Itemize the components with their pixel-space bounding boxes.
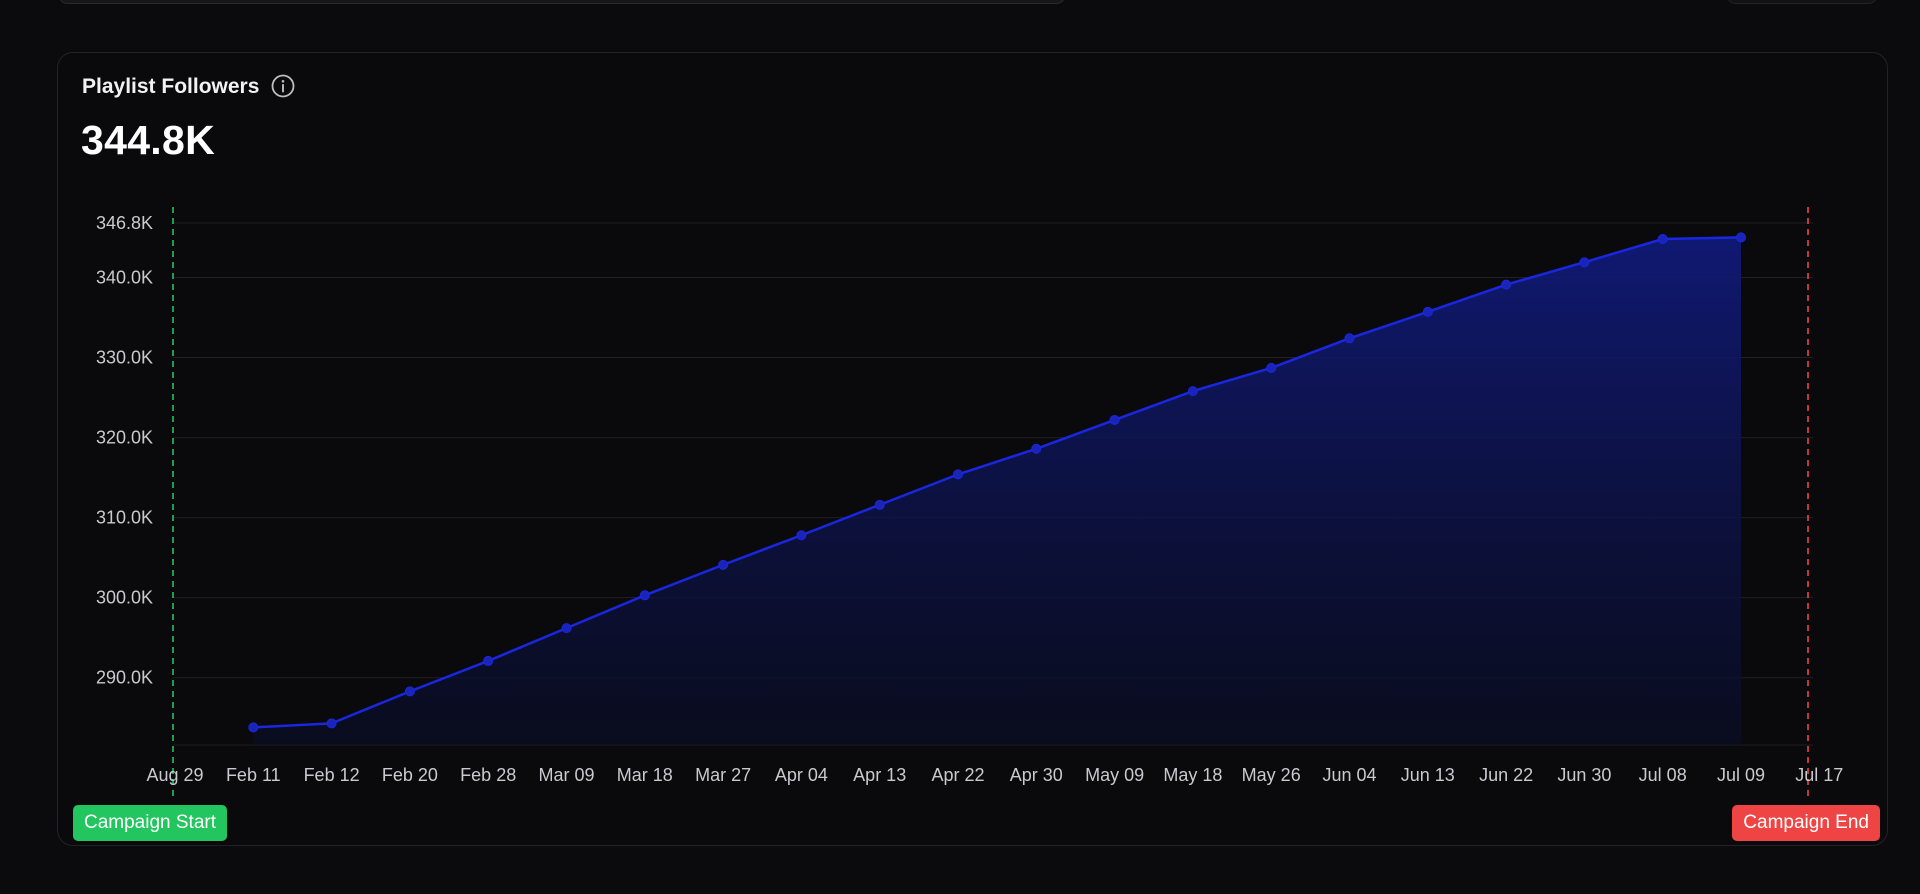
x-tick-label: Apr 22: [931, 765, 984, 785]
y-tick-label: 330.0K: [96, 348, 153, 368]
y-tick-label: 346.8K: [96, 213, 153, 233]
x-tick-label: Jul 17: [1795, 765, 1843, 785]
data-point[interactable]: [1266, 362, 1277, 373]
x-tick-label: May 09: [1085, 765, 1144, 785]
x-tick-label: Apr 13: [853, 765, 906, 785]
top-control-strip: [1726, 0, 1878, 4]
data-point[interactable]: [1579, 257, 1590, 268]
y-tick-label: 290.0K: [96, 668, 153, 688]
campaign-start-button[interactable]: Campaign Start: [73, 805, 228, 841]
data-point[interactable]: [1422, 306, 1433, 317]
x-tick-label: Feb 28: [460, 765, 516, 785]
x-tick-label: Apr 04: [775, 765, 828, 785]
playlist-followers-card: Playlist Followers 344.8K 346.8K 340.0K 33…: [57, 52, 1888, 846]
data-point[interactable]: [561, 623, 572, 634]
y-tick-label: 300.0K: [96, 588, 153, 608]
x-tick-label: May 18: [1163, 765, 1222, 785]
data-point[interactable]: [1187, 386, 1198, 397]
x-tick-label: Aug 29: [146, 765, 203, 785]
x-tick-label: Apr 30: [1010, 765, 1063, 785]
data-point[interactable]: [326, 718, 337, 729]
x-tick-label: Feb 20: [382, 765, 438, 785]
data-point[interactable]: [1736, 232, 1746, 243]
x-tick-label: Jul 09: [1717, 765, 1765, 785]
y-axis-ticks: 346.8K 340.0K 330.0K 320.0K 310.0K 300.0K 290.…: [96, 213, 153, 688]
data-point[interactable]: [1344, 333, 1355, 344]
data-point[interactable]: [953, 469, 963, 480]
data-point[interactable]: [404, 686, 415, 697]
x-tick-label: Jun 04: [1322, 765, 1376, 785]
data-point[interactable]: [1501, 279, 1512, 290]
campaign-end-button[interactable]: Campaign End: [1732, 805, 1880, 841]
series-area: [253, 237, 1741, 745]
data-point[interactable]: [1109, 414, 1120, 425]
area-fill: [253, 237, 1741, 745]
x-tick-label: Jun 13: [1401, 765, 1455, 785]
data-point[interactable]: [1657, 234, 1668, 245]
followers-area-chart: 346.8K 340.0K 330.0K 320.0K 310.0K 300.0K 290.…: [96, 207, 1843, 799]
x-tick-label: Mar 09: [538, 765, 594, 785]
x-tick-label: May 26: [1242, 765, 1301, 785]
y-tick-label: 310.0K: [96, 508, 153, 528]
x-tick-label: Jun 30: [1557, 765, 1611, 785]
y-tick-label: 340.0K: [96, 267, 153, 287]
x-axis-ticks: Aug 29 Feb 11 Feb 12 Feb 20 Feb 28 Mar 09 Mar …: [146, 765, 1843, 785]
x-tick-label: Mar 18: [617, 765, 673, 785]
data-point[interactable]: [1031, 443, 1042, 454]
y-tick-label: 320.0K: [96, 428, 153, 448]
data-point[interactable]: [639, 590, 650, 601]
x-tick-label: Jul 08: [1639, 765, 1687, 785]
x-tick-label: Jun 22: [1479, 765, 1533, 785]
data-point[interactable]: [796, 530, 807, 541]
data-point[interactable]: [483, 655, 494, 666]
data-point[interactable]: [718, 559, 729, 570]
data-point[interactable]: [248, 722, 259, 733]
data-point[interactable]: [874, 499, 885, 510]
top-input-strip: [58, 0, 1066, 4]
x-tick-label: Feb 11: [226, 765, 281, 785]
x-tick-label: Feb 12: [304, 765, 360, 785]
x-tick-label: Mar 27: [695, 765, 751, 785]
